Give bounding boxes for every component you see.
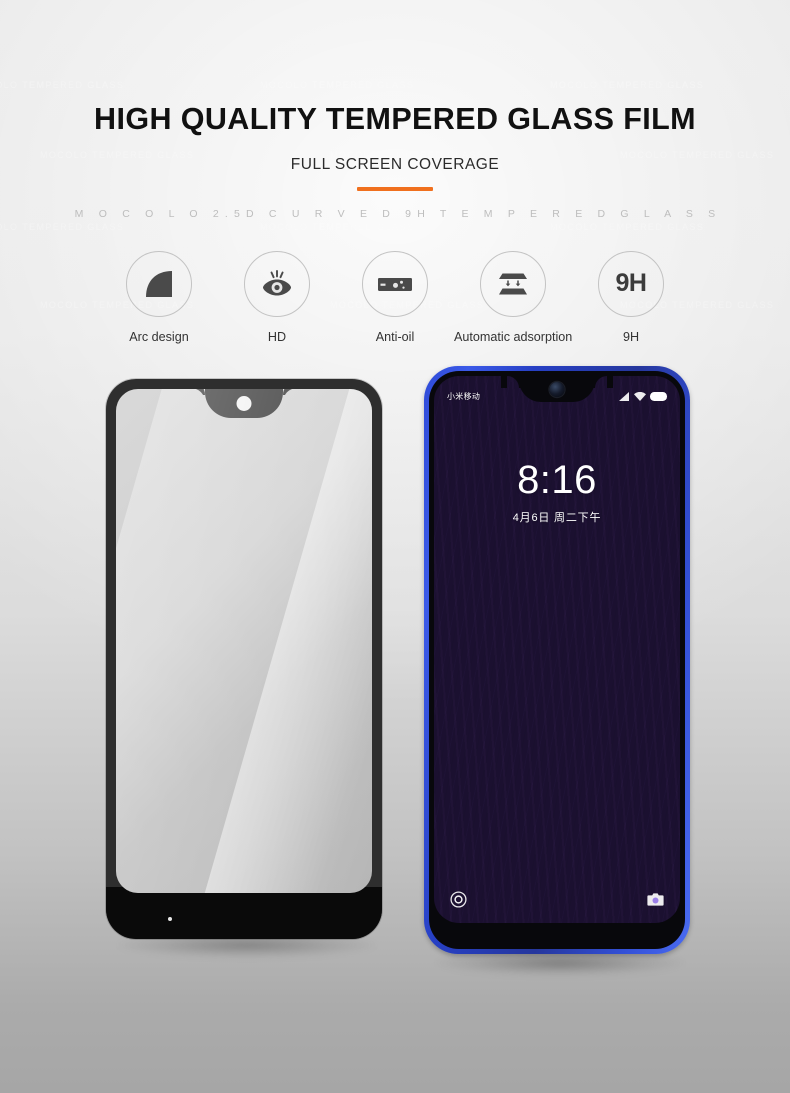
eye-hd-icon [260, 269, 294, 299]
tempered-glass-protector [106, 378, 382, 939]
feature-item-anti-oil: Anti-oil [336, 250, 454, 344]
clock-date: 4月6日 周二下午 [512, 511, 602, 524]
feature-item-hardness-9h: 9H 9H [572, 250, 690, 344]
glass-surface [116, 388, 372, 893]
feature-item-automatic-adsorption: Automatic adsorption [454, 250, 573, 344]
feature-label: Anti-oil [375, 329, 415, 344]
phone-device: 小米移动 8:16 4月6日 周二下午 [424, 365, 690, 954]
glass-bottom-chin [106, 886, 382, 939]
watermark-text: MOCOLO TEMPERED GLASS [550, 222, 705, 232]
carrier-label: 小米移动 [447, 392, 481, 401]
status-bar-indicators [619, 388, 667, 406]
brand-tagline: M O C O L O 2.5D C U R V E D 9H T E M P … [74, 207, 722, 220]
anti-oil-icon [377, 274, 413, 294]
feature-label: HD [267, 329, 287, 344]
watermark-text: MOCOLO TEMPERED GLASS [0, 222, 125, 232]
accent-divider [357, 186, 433, 191]
feature-list: Arc design HD Anti-oil Automatic adsorpt… [0, 250, 790, 344]
hardness-9h-icon: 9H [615, 269, 647, 297]
glass-sensor-dot [168, 916, 172, 921]
feature-icon-ring [480, 250, 546, 317]
product-stage: 小米移动 8:16 4月6日 周二下午 [0, 365, 790, 986]
glass-reflection-left [116, 388, 372, 893]
feature-label: Arc design [129, 329, 189, 344]
status-bar: 小米移动 [434, 390, 680, 404]
auto-adsorption-icon [495, 271, 531, 297]
feature-icon-ring [126, 250, 192, 317]
lockscreen-shortcuts [434, 890, 680, 913]
glass-reflection-right [169, 388, 372, 893]
arc-design-icon [144, 269, 174, 299]
circle-shortcut-icon[interactable] [450, 890, 467, 913]
lockscreen-clock-block: 8:16 4月6日 周二下午 [434, 460, 680, 525]
feature-item-arc-design: Arc design [100, 250, 218, 344]
watermark-text: MOCOLO TEMPERED GLASS [260, 222, 415, 232]
feature-label: 9H [622, 329, 640, 344]
feature-item-hd: HD [218, 250, 336, 344]
battery-full-icon [650, 392, 667, 401]
page-subtitle: FULL SCREEN COVERAGE [290, 155, 500, 173]
glass-camera-hole [236, 395, 252, 411]
feature-icon-ring [244, 250, 310, 317]
phone-bezel: 小米移动 8:16 4月6日 周二下午 [429, 370, 685, 949]
wifi-icon [634, 388, 646, 406]
signal-bars-icon [619, 388, 630, 406]
clock-time: 8:16 [517, 457, 597, 502]
camera-icon[interactable] [647, 892, 664, 912]
header: HIGH QUALITY TEMPERED GLASS FILM FULL SC… [0, 0, 790, 220]
feature-icon-ring [362, 250, 428, 317]
feature-label: Automatic adsorption [454, 329, 573, 344]
phone-screen[interactable]: 小米移动 8:16 4月6日 周二下午 [434, 375, 680, 923]
page-title: HIGH QUALITY TEMPERED GLASS FILM [94, 102, 696, 136]
feature-icon-ring: 9H [598, 250, 664, 317]
